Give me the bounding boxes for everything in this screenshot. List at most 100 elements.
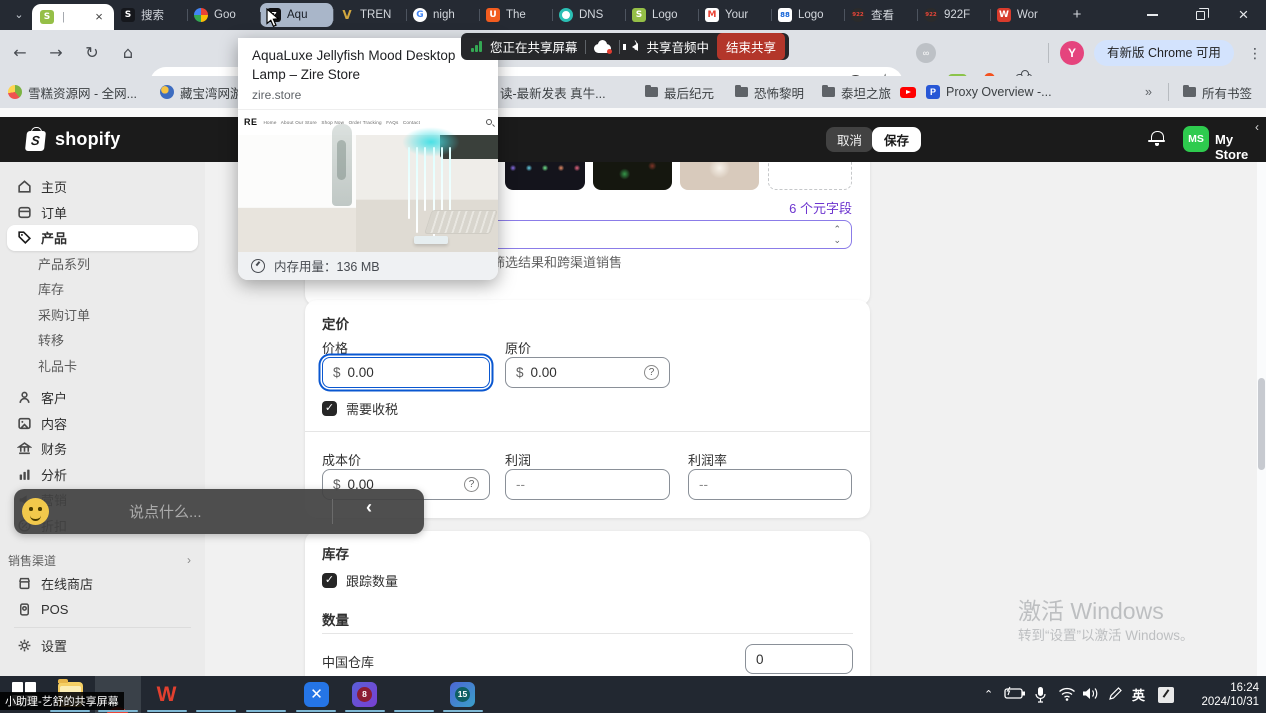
sales-channels-header[interactable]: 销售渠道 › xyxy=(0,549,205,571)
tray-expand-chevron[interactable]: ⌃ xyxy=(984,676,993,713)
calendar-app-icon[interactable]: 15 xyxy=(450,682,475,707)
sidebar-item-orders[interactable]: 订单 xyxy=(7,200,198,226)
sidebar-item-collections[interactable]: 产品系列 xyxy=(7,251,198,277)
microphone-icon[interactable] xyxy=(1034,686,1047,703)
metafields-link[interactable]: 6 个元字段 xyxy=(789,198,852,217)
browser-menu-icon[interactable]: ⋮ xyxy=(1248,41,1262,65)
sidebar-item-finance[interactable]: 财务 xyxy=(7,436,198,462)
new-tab-button[interactable]: + xyxy=(1066,5,1088,25)
tab-search-chevron-icon[interactable] xyxy=(8,5,30,25)
tab-trend[interactable]: VTREN xyxy=(333,0,406,30)
save-button[interactable]: 保存 xyxy=(872,127,921,152)
window-close-button[interactable] xyxy=(1221,0,1266,30)
all-bookmarks-folder[interactable]: 所有书签 xyxy=(1183,76,1252,108)
bookmark-item[interactable]: 读-最新发表 真牛... xyxy=(500,76,606,108)
meeting-app-icon[interactable]: 8 xyxy=(352,682,377,707)
sidebar-item-online-store[interactable]: 在线商店 xyxy=(7,571,198,597)
link-extension-icon[interactable]: ∞ xyxy=(916,43,936,63)
sidebar-item-pos[interactable]: POS xyxy=(7,597,198,623)
sidebar-item-gift-cards[interactable]: 礼品卡 xyxy=(7,353,198,379)
sidebar-item-content[interactable]: 内容 xyxy=(7,411,198,437)
tab-the[interactable]: UThe xyxy=(479,0,552,30)
tab-logo-88[interactable]: 88Logo xyxy=(771,0,844,30)
bookmark-folder[interactable]: 最后纪元 xyxy=(645,76,714,108)
tab-logo-shopify[interactable]: SLogo xyxy=(625,0,698,30)
reload-icon[interactable]: ↻ xyxy=(80,41,104,65)
tab-gmail[interactable]: MYour xyxy=(698,0,771,30)
media-thumbnail[interactable] xyxy=(505,162,585,190)
chat-input-placeholder[interactable]: 说点什么... xyxy=(129,501,202,522)
notifications-bell-icon[interactable] xyxy=(1148,129,1166,147)
bookmark-item[interactable]: 雪糕资源网 - 全网... xyxy=(8,76,137,108)
help-icon[interactable]: ? xyxy=(464,477,479,492)
youtube-icon xyxy=(900,87,916,98)
add-media-box[interactable] xyxy=(768,162,852,190)
tab-922-view[interactable]: 922查看 xyxy=(844,0,917,30)
warehouse-quantity-input[interactable]: 0 xyxy=(745,644,853,674)
thunder-x-icon[interactable]: ✕ xyxy=(304,682,329,707)
profit-input[interactable]: -- xyxy=(505,469,670,500)
screenshare-chat-overlay[interactable]: 说点什么... ‹ xyxy=(14,489,424,534)
battery-icon[interactable] xyxy=(1004,686,1026,700)
pen-icon[interactable] xyxy=(1108,686,1123,701)
tab-night[interactable]: Gnigh xyxy=(406,0,479,30)
window-minimize-button[interactable] xyxy=(1130,0,1175,30)
charge-tax-row[interactable]: ✓ 需要收税 xyxy=(322,399,398,418)
input-language-indicator[interactable]: 英 xyxy=(1132,676,1145,713)
sidebar-item-products-active[interactable]: 产品 xyxy=(7,225,198,251)
shopify-topbar: shopify 取消 保存 MS My Store ‹ xyxy=(0,117,1266,162)
tray-app-icon[interactable] xyxy=(1158,687,1174,703)
bookmark-proxy[interactable]: PProxy Overview -... xyxy=(926,76,1052,108)
track-quantity-row[interactable]: ✓ 跟踪数量 xyxy=(322,571,398,590)
sidebar-item-transfers[interactable]: 转移 xyxy=(7,327,198,353)
folder-icon xyxy=(645,87,658,97)
bookmark-item[interactable]: 藏宝湾网游 xyxy=(160,76,243,108)
scrollbar-thumb[interactable] xyxy=(1258,378,1265,470)
forward-icon[interactable]: → xyxy=(44,41,68,65)
sidebar-item-home[interactable]: 主页 xyxy=(7,174,198,200)
tab-close-icon[interactable] xyxy=(92,10,106,24)
back-icon[interactable]: ← xyxy=(8,41,32,65)
tab-word[interactable]: WWor xyxy=(990,0,1063,30)
cancel-button[interactable]: 取消 xyxy=(826,127,873,152)
window-maximize-button[interactable] xyxy=(1178,0,1223,30)
tab-search-page[interactable]: S搜索 xyxy=(114,0,187,30)
wifi-icon[interactable] xyxy=(1058,686,1076,701)
chrome-update-chip[interactable]: 有新版 Chrome 可用 xyxy=(1094,40,1234,66)
stop-sharing-button[interactable]: 结束共享 xyxy=(717,33,785,60)
sidebar-item-settings[interactable]: 设置 xyxy=(7,633,198,659)
compare-price-input[interactable]: $ 0.00 ? xyxy=(505,357,670,388)
google-colors-icon xyxy=(194,8,208,22)
sidebar-item-inventory[interactable]: 库存 xyxy=(7,276,198,302)
screen-share-bar: 您正在共享屏幕 共享音频中 结束共享 xyxy=(461,33,789,60)
sidebar-item-analytics[interactable]: 分析 xyxy=(7,462,198,488)
bookmark-folder[interactable]: 恐怖黎明 xyxy=(735,76,804,108)
checkbox-checked-icon[interactable]: ✓ xyxy=(322,401,337,416)
help-icon[interactable]: ? xyxy=(644,365,659,380)
active-tab[interactable]: S | xyxy=(32,4,114,30)
store-name[interactable]: My Store xyxy=(1215,132,1266,162)
tab-google[interactable]: Goo xyxy=(187,0,260,30)
home-icon[interactable]: ⌂ xyxy=(116,41,140,65)
margin-input[interactable]: -- xyxy=(688,469,852,500)
sidebar-item-purchase-orders[interactable]: 采购订单 xyxy=(7,302,198,328)
jellyfish-tentacle xyxy=(408,147,410,219)
taskbar-clock[interactable]: 16:24 2024/10/31 xyxy=(1201,681,1259,710)
checkbox-checked-icon[interactable]: ✓ xyxy=(322,573,337,588)
bookmark-youtube[interactable] xyxy=(900,76,916,108)
sidebar-item-customers[interactable]: 客户 xyxy=(7,385,198,411)
speaker-icon[interactable] xyxy=(1082,686,1099,701)
price-input[interactable]: $ 0.00 xyxy=(322,357,490,388)
overlay-collapse-button[interactable]: ‹ xyxy=(366,497,372,518)
media-thumbnail[interactable] xyxy=(680,162,759,190)
tab-922[interactable]: 922922F xyxy=(917,0,990,30)
profile-avatar[interactable]: Y xyxy=(1060,41,1084,65)
smiley-icon[interactable] xyxy=(22,498,49,525)
bookmark-folder[interactable]: 泰坦之旅 xyxy=(822,76,891,108)
bookmarks-overflow-icon[interactable]: » xyxy=(1145,76,1152,108)
wps-office-icon[interactable]: W xyxy=(154,682,179,707)
media-thumbnail[interactable] xyxy=(593,162,672,190)
store-avatar[interactable]: MS xyxy=(1183,126,1209,152)
collapse-chevron-icon[interactable]: ‹ xyxy=(1255,120,1259,134)
tab-dns[interactable]: DNS xyxy=(552,0,625,30)
